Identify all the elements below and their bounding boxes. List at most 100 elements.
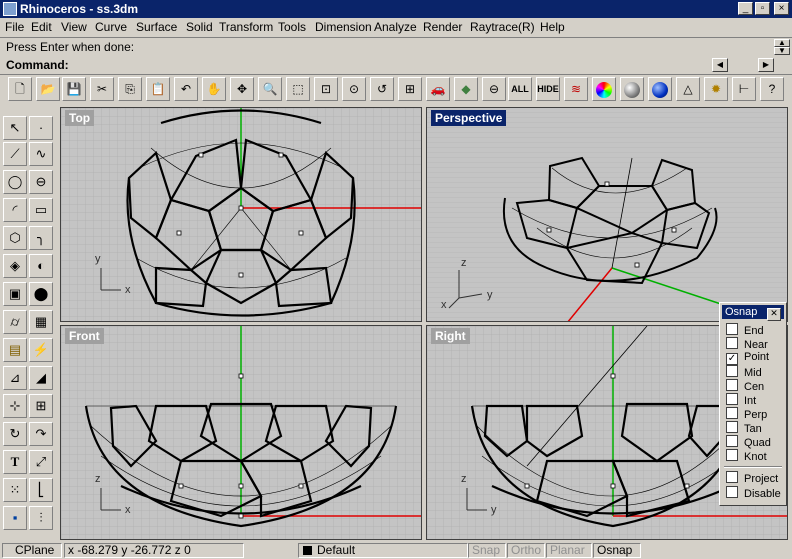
- menu-analyze[interactable]: Analyze: [374, 20, 417, 34]
- text-icon[interactable]: T: [3, 450, 27, 474]
- menu-file[interactable]: File: [5, 20, 24, 34]
- polygon-icon[interactable]: ⬡: [3, 226, 27, 250]
- osnap-checkbox-disable[interactable]: [726, 486, 738, 498]
- properties-icon[interactable]: ▪: [3, 506, 27, 530]
- open-folder-icon[interactable]: 📂: [36, 77, 60, 101]
- osnap-checkbox-mid[interactable]: [726, 365, 738, 377]
- circle-icon[interactable]: ◯: [3, 170, 27, 194]
- history-scroll-down-button[interactable]: ▼: [774, 47, 790, 55]
- osnap-checkbox-tan[interactable]: [726, 421, 738, 433]
- hide-button[interactable]: HIDE: [536, 77, 560, 101]
- paste-icon[interactable]: 📋: [146, 77, 170, 101]
- close-button[interactable]: ×: [774, 2, 789, 15]
- array-icon[interactable]: ⁙: [3, 478, 27, 502]
- dimension-tool-icon[interactable]: ⤢: [29, 450, 53, 474]
- analyze-icon[interactable]: ⫶: [29, 506, 53, 530]
- shaded-car-icon[interactable]: 🚗: [426, 77, 450, 101]
- pan-hand-icon[interactable]: ✋: [202, 77, 226, 101]
- status-planar-toggle[interactable]: Planar: [546, 543, 592, 558]
- trim-icon[interactable]: ⊿: [3, 366, 27, 390]
- status-snap-toggle[interactable]: Snap: [468, 543, 506, 558]
- menu-render[interactable]: Render: [423, 20, 462, 34]
- menu-transform[interactable]: Transform: [219, 20, 273, 34]
- layers-icon[interactable]: ≋: [564, 77, 588, 101]
- menu-view[interactable]: View: [61, 20, 87, 34]
- curve-icon[interactable]: ∿: [29, 142, 53, 166]
- boolean-icon[interactable]: ⬤: [29, 282, 53, 306]
- osnap-item-perp[interactable]: Perp: [726, 407, 767, 421]
- surface-icon[interactable]: ◈: [3, 254, 27, 278]
- rotate-view-icon[interactable]: ✥: [230, 77, 254, 101]
- copy-icon[interactable]: ⎘: [118, 77, 142, 101]
- split-icon[interactable]: ◢: [29, 366, 53, 390]
- mesh-icon[interactable]: ▦: [29, 310, 53, 334]
- menu-solid[interactable]: Solid: [186, 20, 213, 34]
- copy-move-icon[interactable]: ⊞: [29, 394, 53, 418]
- command-scroll-left-button[interactable]: ◀: [712, 58, 728, 72]
- viewport-title-top[interactable]: Top: [65, 110, 95, 126]
- osnap-item-cen[interactable]: Cen: [726, 379, 764, 393]
- osnap-checkbox-cen[interactable]: [726, 379, 738, 391]
- status-osnap-toggle[interactable]: Osnap: [593, 543, 641, 558]
- osnap-item-mid[interactable]: Mid: [726, 365, 762, 379]
- osnap-toggle-icon[interactable]: ⊖: [482, 77, 506, 101]
- save-icon[interactable]: 💾: [62, 77, 86, 101]
- fillet-icon[interactable]: ╮: [29, 226, 53, 250]
- scale-icon[interactable]: ↷: [29, 422, 53, 446]
- rotate-icon[interactable]: ↻: [3, 422, 27, 446]
- point-icon[interactable]: ·: [29, 116, 53, 140]
- status-layer[interactable]: Default: [298, 543, 468, 558]
- rectangle-icon[interactable]: ▭: [29, 198, 53, 222]
- viewport-title-right[interactable]: Right: [431, 328, 470, 344]
- zoom-extents-icon[interactable]: ⊡: [314, 77, 338, 101]
- viewport-top[interactable]: y x Top: [60, 107, 422, 322]
- osnap-item-tan[interactable]: Tan: [726, 421, 762, 435]
- osnap-checkbox-point[interactable]: ✓: [726, 353, 738, 365]
- osnap-item-quad[interactable]: Quad: [726, 435, 771, 449]
- maximize-button[interactable]: ▫: [755, 2, 770, 15]
- zoom-selected-icon[interactable]: ⊙: [342, 77, 366, 101]
- undo-view-icon[interactable]: ↺: [370, 77, 394, 101]
- menu-tools[interactable]: Tools: [278, 20, 306, 34]
- osnap-checkbox-int[interactable]: [726, 393, 738, 405]
- group-icon[interactable]: ▤: [3, 338, 27, 362]
- cut-icon[interactable]: ✂: [90, 77, 114, 101]
- box-icon[interactable]: ▣: [3, 282, 27, 306]
- cylinder-icon[interactable]: ⌭: [3, 310, 27, 334]
- status-ortho-toggle[interactable]: Ortho: [507, 543, 545, 558]
- gear-settings-icon[interactable]: ✹: [704, 77, 728, 101]
- color-wheel-icon[interactable]: [592, 77, 616, 101]
- osnap-item-end[interactable]: End: [726, 323, 764, 337]
- osnap-title-bar[interactable]: Osnap ✕: [722, 305, 784, 321]
- menu-surface[interactable]: Surface: [136, 20, 177, 34]
- dimension-icon[interactable]: ⊢: [732, 77, 756, 101]
- osnap-item-int[interactable]: Int: [726, 393, 756, 407]
- polyline-icon[interactable]: ⟋: [3, 142, 27, 166]
- ellipse-icon[interactable]: ⊖: [29, 170, 53, 194]
- osnap-checkbox-end[interactable]: [726, 323, 738, 335]
- render-icon[interactable]: ◆: [454, 77, 478, 101]
- osnap-checkbox-project[interactable]: [726, 471, 738, 483]
- viewport-perspective[interactable]: z x y Perspective: [426, 107, 788, 322]
- osnap-item-project[interactable]: Project: [726, 471, 778, 485]
- surface-edit-icon[interactable]: ◐: [29, 254, 53, 278]
- osnap-checkbox-perp[interactable]: [726, 407, 738, 419]
- select-all-button[interactable]: ALL: [508, 77, 532, 101]
- command-scroll-right-button[interactable]: ▶: [758, 58, 774, 72]
- new-file-icon[interactable]: 🗋: [8, 77, 32, 101]
- material-sphere-icon[interactable]: [620, 77, 644, 101]
- osnap-checkbox-near[interactable]: [726, 337, 738, 349]
- command-line[interactable]: Command: ◀ ▶: [0, 56, 792, 75]
- zoom-dynamic-icon[interactable]: 🔍: [258, 77, 282, 101]
- four-viewports-icon[interactable]: ⊞: [398, 77, 422, 101]
- move-icon[interactable]: ⊹: [3, 394, 27, 418]
- arc-icon[interactable]: ◜: [3, 198, 27, 222]
- menu-edit[interactable]: Edit: [31, 20, 52, 34]
- viewport-title-perspective[interactable]: Perspective: [431, 110, 507, 126]
- menu-dimension[interactable]: Dimension: [315, 20, 372, 34]
- minimize-button[interactable]: _: [738, 2, 753, 15]
- osnap-item-disable[interactable]: Disable: [726, 486, 781, 500]
- viewport-front[interactable]: z x Front: [60, 325, 422, 540]
- status-cplane[interactable]: CPlane: [2, 543, 62, 558]
- osnap-checkbox-quad[interactable]: [726, 435, 738, 447]
